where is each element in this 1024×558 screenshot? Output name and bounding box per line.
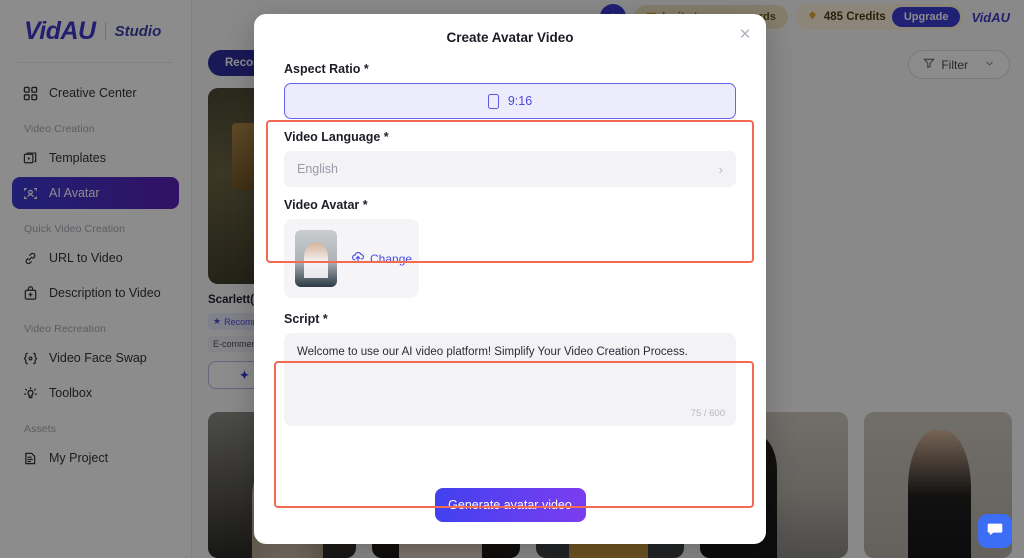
script-character-counter: 75 / 600 (690, 408, 725, 419)
selected-avatar-thumbnail[interactable] (295, 230, 337, 287)
change-label: Change (370, 251, 413, 266)
video-language-section: Video Language * English › (284, 130, 736, 187)
script-section: Script * Welcome to use our AI video pla… (284, 312, 736, 426)
aspect-ratio-option-9-16[interactable]: 9:16 (284, 83, 736, 119)
aspect-ratio-value: 9:16 (507, 94, 533, 108)
modal-footer: Generate avatar video (254, 466, 766, 544)
aspect-ratio-label: Aspect Ratio * (284, 62, 369, 76)
video-avatar-box: Change (284, 219, 419, 298)
script-value: Welcome to use our AI video platform! Si… (297, 346, 688, 358)
close-icon[interactable]: ✕ (736, 26, 754, 44)
video-language-label: Video Language * (284, 130, 389, 144)
chat-icon (986, 520, 1004, 543)
video-language-value: English (297, 162, 338, 176)
aspect-ratio-section: Aspect Ratio * 9:16 (284, 62, 736, 119)
upload-cloud-icon (351, 250, 365, 267)
script-label: Script * (284, 312, 328, 326)
modal-title: Create Avatar Video (446, 30, 574, 45)
script-textarea[interactable]: Welcome to use our AI video platform! Si… (284, 333, 736, 426)
video-avatar-section: Video Avatar * Change (284, 198, 736, 298)
chevron-right-icon: › (718, 161, 723, 177)
modal-header: Create Avatar Video ✕ (254, 14, 766, 62)
portrait-rect-icon (487, 93, 499, 109)
modal-body: Aspect Ratio * 9:16 Video Language * Eng… (254, 62, 766, 508)
change-avatar-button[interactable]: Change (351, 250, 412, 267)
app-root: VidAU Studio Creative Center Video Creat… (0, 0, 1024, 558)
generate-avatar-video-button[interactable]: Generate avatar video (434, 488, 586, 522)
video-avatar-label: Video Avatar * (284, 198, 368, 212)
chat-widget-button[interactable] (978, 514, 1012, 548)
create-avatar-video-modal: Create Avatar Video ✕ Aspect Ratio * 9:1… (254, 14, 766, 544)
video-language-select[interactable]: English › (284, 151, 736, 187)
